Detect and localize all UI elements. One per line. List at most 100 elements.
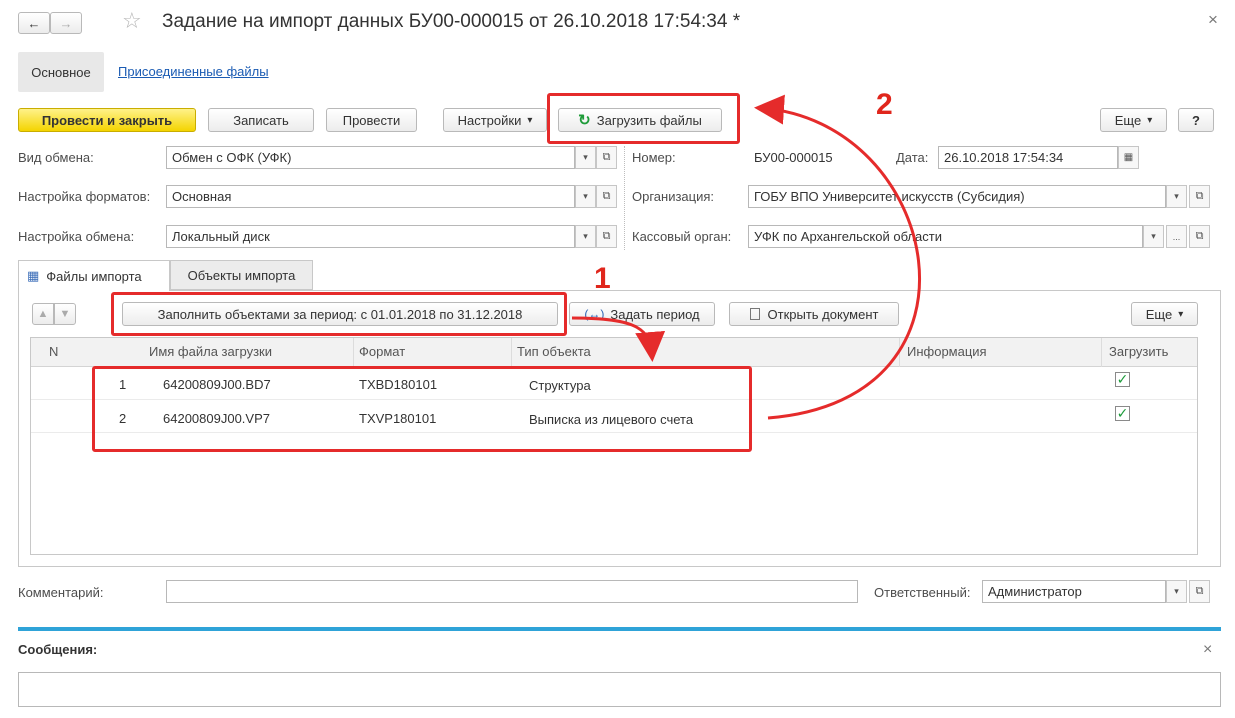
cash-agency-select[interactable]: ... [1166,225,1187,248]
tab-import-objects-label: Объекты импорта [187,267,296,283]
header-filename[interactable]: Имя файла загрузки [149,342,272,362]
settings-label: Настройки [457,112,522,128]
tab-import-objects[interactable]: Объекты импорта [170,260,313,290]
exchange-settings-label: Настройка обмена: [18,229,135,244]
row-load-checkbox[interactable]: ✓ [1115,372,1130,387]
more-button[interactable]: Еще ▾ [1100,108,1167,132]
forward-button[interactable]: → [50,12,82,34]
forward-arrow-icon: → [59,15,73,31]
highlight-table-rows [92,366,752,452]
column-divider [624,146,625,250]
open-form-icon: ⧉ [602,151,611,163]
exchange-type-open[interactable]: ⧉ [596,146,617,169]
responsible-field[interactable]: Администратор [982,580,1166,603]
row-load-checkbox[interactable]: ✓ [1115,406,1130,421]
set-period-button[interactable]: (↔) Задать период [569,302,715,326]
favorite-star-icon[interactable]: ☆ [122,8,142,34]
open-form-icon: ⧉ [1195,585,1204,597]
tab-attached-files[interactable]: Присоединенные файлы [118,64,269,79]
chevron-down-icon: ▾ [583,191,588,201]
open-document-button[interactable]: Открыть документ [729,302,899,326]
tab-import-files[interactable]: ▦ Файлы импорта [18,260,170,291]
arrow-up-icon: ▲ [37,308,49,320]
post-and-close-button[interactable]: Провести и закрыть [18,108,196,132]
exchange-settings-dropdown[interactable]: ▾ [575,225,596,248]
header-load[interactable]: Загрузить [1109,342,1168,362]
chevron-down-icon: ▾ [1174,586,1179,596]
date-label: Дата: [896,150,929,165]
open-form-icon: ⧉ [602,190,611,202]
comment-field[interactable] [166,580,858,603]
organization-field[interactable]: ГОБУ ВПО Университет искусств (Субсидия) [748,185,1166,208]
calendar-button[interactable]: ▦ [1118,146,1139,169]
post-button[interactable]: Провести [326,108,417,132]
messages-title: Сообщения: [18,642,98,657]
chevron-down-icon: ▾ [583,152,588,162]
comment-label: Комментарий: [18,585,104,600]
highlight-load-files [547,93,740,144]
open-document-label: Открыть документ [767,306,879,322]
ellipsis-icon: ... [1172,231,1181,242]
exchange-type-dropdown[interactable]: ▾ [575,146,596,169]
number-label: Номер: [632,150,676,165]
organization-open[interactable]: ⧉ [1189,185,1210,208]
chevron-down-icon: ▾ [1178,308,1184,320]
close-window-icon[interactable]: × [1208,10,1218,30]
window-title: Задание на импорт данных БУ00-000015 от … [162,11,741,32]
back-button[interactable]: ← [18,12,50,34]
exchange-type-label: Вид обмена: [18,150,94,165]
annotation-number-1: 1 [594,262,611,295]
number-field[interactable]: БУ00-000015 [748,146,886,169]
tab-import-files-label: Файлы импорта [46,268,142,284]
organization-label: Организация: [632,189,715,204]
header-n[interactable]: N [49,342,58,362]
calendar-icon: ▦ [1123,152,1134,163]
table-more-button[interactable]: Еще ▾ [1131,302,1198,326]
chevron-down-icon: ▾ [1151,231,1156,241]
close-messages-icon[interactable]: × [1203,641,1212,659]
date-field[interactable]: 26.10.2018 17:54:34 [938,146,1118,169]
cash-agency-dropdown[interactable]: ▾ [1143,225,1164,248]
messages-area[interactable] [18,672,1221,707]
table-header: N Имя файла загрузки Формат Тип объекта … [31,338,1197,367]
exchange-settings-open[interactable]: ⧉ [596,225,617,248]
exchange-settings-field[interactable]: Локальный диск [166,225,575,248]
format-settings-open[interactable]: ⧉ [596,185,617,208]
header-info[interactable]: Информация [907,342,987,362]
organization-dropdown[interactable]: ▾ [1166,185,1187,208]
help-button[interactable]: ? [1178,108,1214,132]
chevron-down-icon: ▾ [1174,191,1179,201]
format-settings-dropdown[interactable]: ▾ [575,185,596,208]
responsible-label: Ответственный: [874,585,971,600]
chevron-down-icon: ▾ [527,114,533,126]
cash-agency-label: Кассовый орган: [632,229,732,244]
chevron-down-icon: ▾ [1147,114,1153,126]
format-settings-label: Настройка форматов: [18,189,151,204]
move-down-button[interactable]: ▼ [54,303,76,325]
tab-main[interactable]: Основное [18,52,104,92]
settings-button[interactable]: Настройки ▾ [443,108,547,132]
responsible-open[interactable]: ⧉ [1189,580,1210,603]
highlight-fill-button [111,292,567,336]
open-form-icon: ⧉ [602,230,611,242]
cash-agency-open[interactable]: ⧉ [1189,225,1210,248]
header-format[interactable]: Формат [359,342,405,362]
arrow-down-icon: ▼ [59,308,71,320]
table-more-label: Еще [1145,306,1173,322]
annotation-number-2: 2 [876,88,893,121]
more-label: Еще [1114,112,1142,128]
save-button[interactable]: Записать [208,108,314,132]
cash-agency-field[interactable]: УФК по Архангельской области [748,225,1143,248]
format-settings-field[interactable]: Основная [166,185,575,208]
open-form-icon: ⧉ [1195,230,1204,242]
period-icon: (↔) [584,307,605,321]
chevron-down-icon: ▾ [583,231,588,241]
open-form-icon: ⧉ [1195,190,1204,202]
tab-main-label: Основное [31,64,91,80]
document-icon [749,308,760,320]
exchange-type-field[interactable]: Обмен с ОФК (УФК) [166,146,575,169]
header-type[interactable]: Тип объекта [517,342,591,362]
back-arrow-icon: ← [27,15,41,31]
responsible-dropdown[interactable]: ▾ [1166,580,1187,603]
move-up-button[interactable]: ▲ [32,303,54,325]
